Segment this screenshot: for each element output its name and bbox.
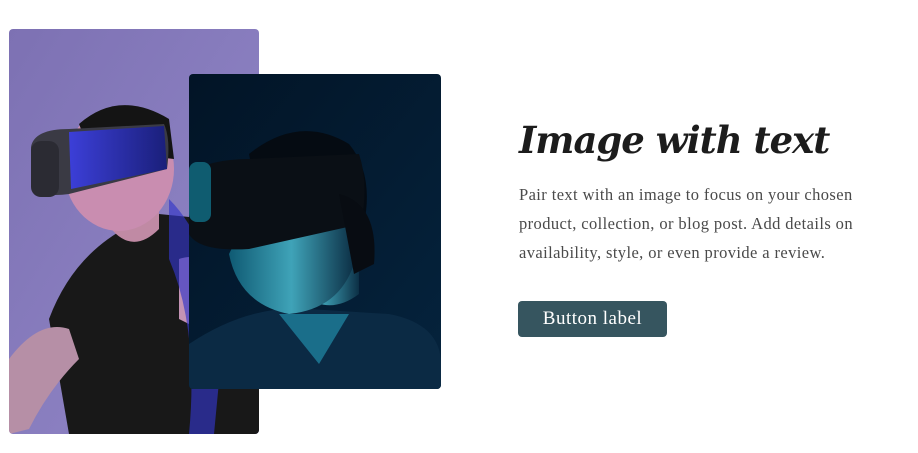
- text-content: Image with text Pair text with an image …: [519, 118, 899, 267]
- vr-photo-blue: [189, 74, 441, 389]
- section-heading: Image with text: [519, 118, 830, 162]
- section-body-text: Pair text with an image to focus on your…: [519, 185, 853, 263]
- cta-button[interactable]: Button label: [518, 301, 667, 337]
- vr-photo-blue-image: [189, 74, 441, 389]
